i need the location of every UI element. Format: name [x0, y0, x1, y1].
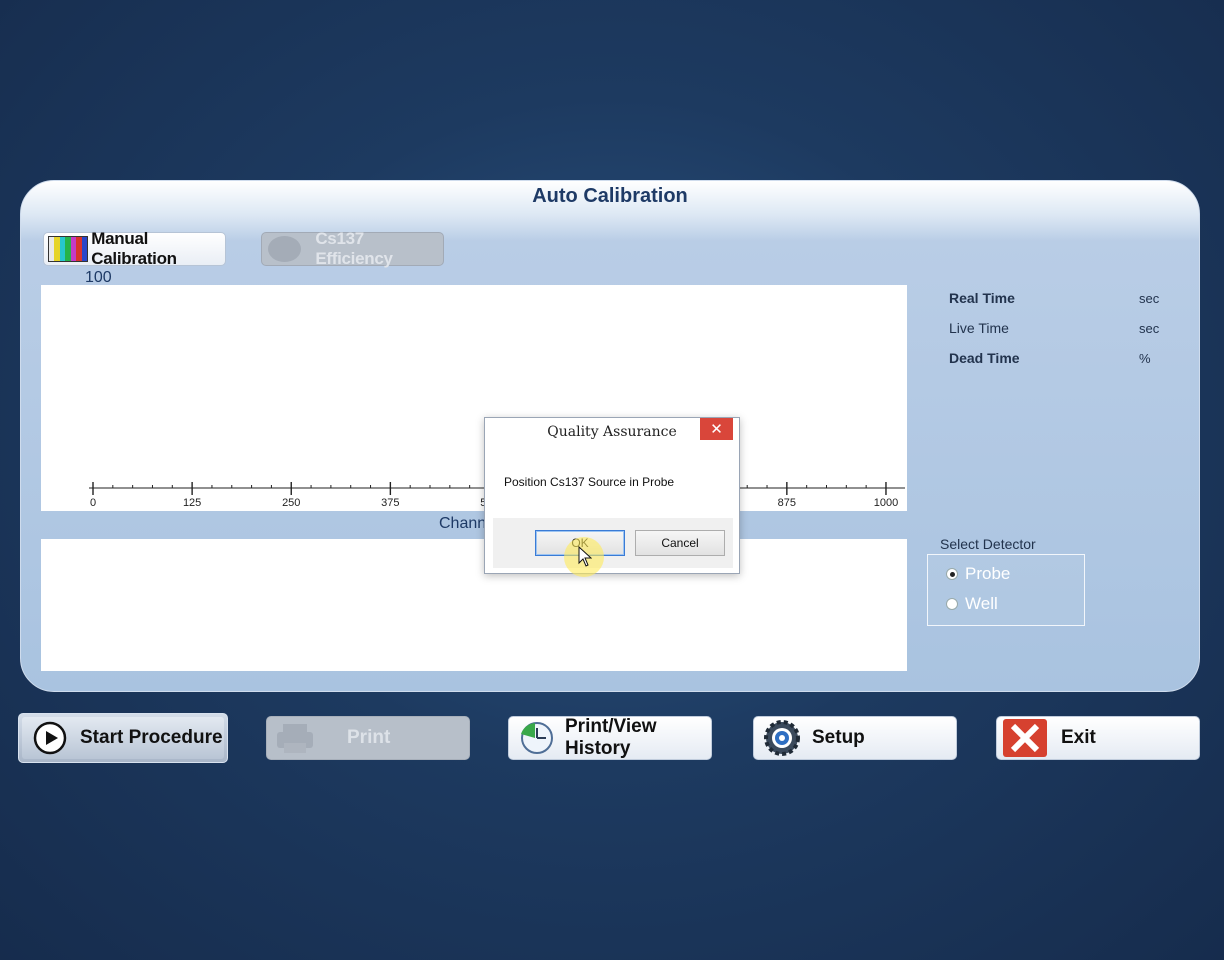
stat-label: Real Time: [949, 290, 1015, 306]
radio-probe[interactable]: Probe: [928, 559, 1084, 589]
exit-button[interactable]: Exit: [996, 716, 1200, 760]
stat-real-time: Real Time sec: [949, 283, 1169, 313]
time-stats: Real Time sec Live Time sec Dead Time %: [949, 283, 1169, 373]
setup-label: Setup: [812, 727, 865, 748]
x-tick-label: 125: [183, 497, 201, 509]
printer-icon: [273, 720, 317, 756]
radio-well-indicator[interactable]: [946, 598, 958, 610]
close-icon: [1003, 719, 1047, 757]
stat-unit: sec: [1139, 290, 1160, 306]
spectrum-plot[interactable]: 01252503755006257508751000: [41, 285, 907, 511]
print-view-history-label: Print/View History: [565, 716, 657, 759]
gear-icon: [760, 720, 804, 756]
stat-unit: %: [1139, 350, 1151, 366]
dialog-message: Position Cs137 Source in Probe: [493, 448, 731, 518]
x-tick-label: 0: [90, 497, 96, 509]
radio-probe-indicator[interactable]: [946, 568, 958, 580]
results-area: [41, 539, 907, 671]
cs137-efficiency-label: Cs137 Efficiency: [315, 229, 393, 268]
select-detector-label: Select Detector: [940, 536, 1036, 552]
mouse-cursor-icon: [578, 546, 592, 567]
manual-calibration-button[interactable]: Manual Calibration: [43, 229, 226, 268]
play-icon: [28, 720, 72, 756]
dialog-cancel-button[interactable]: Cancel: [635, 530, 725, 556]
stat-dead-time: Dead Time %: [949, 343, 1169, 373]
stat-label: Dead Time: [949, 350, 1020, 366]
start-procedure-label: Start Procedure: [80, 727, 223, 748]
setup-button[interactable]: Setup: [753, 716, 957, 760]
color-bars-icon: [48, 236, 89, 262]
print-view-history-button[interactable]: Print/View History: [508, 716, 712, 760]
radio-well-label: Well: [965, 594, 998, 613]
panel-title: Auto Calibration: [532, 185, 688, 207]
stat-live-time: Live Time sec: [949, 313, 1169, 343]
history-clock-icon: [515, 720, 557, 756]
stat-unit: sec: [1139, 320, 1160, 336]
x-tick-label: 375: [381, 497, 399, 509]
x-tick-label: 875: [778, 497, 796, 509]
dialog-close-button[interactable]: ✕: [700, 418, 733, 440]
efficiency-icon: [268, 236, 302, 262]
dialog-footer: OK Cancel: [493, 518, 733, 568]
start-procedure-inner: Start Procedure: [22, 717, 224, 759]
manual-calibration-label: Manual Calibration: [91, 229, 177, 268]
x-tick-label: 1000: [874, 497, 898, 509]
cs137-efficiency-button[interactable]: Cs137 Efficiency: [261, 229, 444, 268]
print-button[interactable]: Print: [266, 716, 470, 760]
radio-well[interactable]: Well: [928, 589, 1084, 619]
print-label: Print: [347, 727, 391, 748]
quality-assurance-dialog: Quality Assurance ✕ Position Cs137 Sourc…: [484, 417, 740, 574]
radio-probe-label: Probe: [965, 564, 1011, 583]
stat-label: Live Time: [949, 320, 1009, 336]
start-procedure-button[interactable]: Start Procedure: [18, 713, 228, 763]
detector-radio-group: Probe Well: [927, 554, 1085, 626]
exit-label: Exit: [1061, 727, 1096, 748]
spectrum-axis-svg: 01252503755006257508751000: [89, 482, 905, 509]
x-tick-label: 250: [282, 497, 300, 509]
